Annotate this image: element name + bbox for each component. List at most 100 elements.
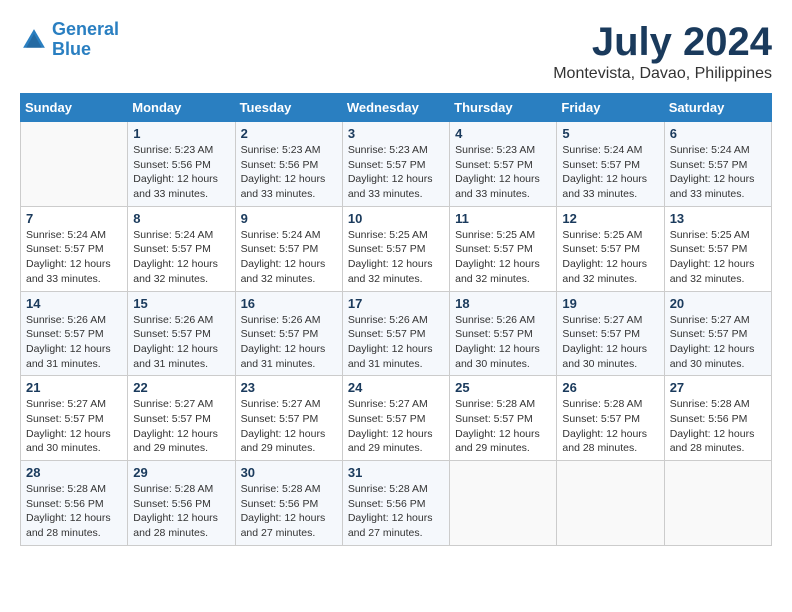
day-number: 15	[133, 296, 229, 311]
day-info: Sunrise: 5:28 AM Sunset: 5:56 PM Dayligh…	[670, 397, 766, 456]
day-info: Sunrise: 5:28 AM Sunset: 5:57 PM Dayligh…	[562, 397, 658, 456]
subtitle: Montevista, Davao, Philippines	[553, 65, 772, 83]
day-info: Sunrise: 5:27 AM Sunset: 5:57 PM Dayligh…	[241, 397, 337, 456]
day-number: 27	[670, 380, 766, 395]
day-cell: 16Sunrise: 5:26 AM Sunset: 5:57 PM Dayli…	[235, 291, 342, 376]
day-cell: 14Sunrise: 5:26 AM Sunset: 5:57 PM Dayli…	[21, 291, 128, 376]
day-number: 9	[241, 211, 337, 226]
day-cell: 11 Sunrise: 5:25 AM Sunset: 5:57 PM Dayli…	[450, 206, 557, 291]
day-number: 8	[133, 211, 229, 226]
header-cell-sunday: Sunday	[21, 94, 128, 122]
header-cell-friday: Friday	[557, 94, 664, 122]
day-info: Sunrise: 5:24 AM Sunset: 5:57 PM Dayligh…	[562, 143, 658, 202]
day-cell: 5 Sunrise: 5:24 AM Sunset: 5:57 PM Daylig…	[557, 122, 664, 207]
day-number: 13	[670, 211, 766, 226]
day-cell: 6 Sunrise: 5:24 AM Sunset: 5:57 PM Daylig…	[664, 122, 771, 207]
day-cell: 24 Sunrise: 5:27 AM Sunset: 5:57 PM Dayli…	[342, 376, 449, 461]
day-cell: 31 Sunrise: 5:28 AM Sunset: 5:56 PM Dayli…	[342, 461, 449, 546]
day-info: Sunrise: 5:23 AM Sunset: 5:57 PM Dayligh…	[455, 143, 551, 202]
day-info: Sunrise: 5:26 AM Sunset: 5:57 PM Dayligh…	[133, 313, 229, 372]
day-info: Sunrise: 5:27 AM Sunset: 5:57 PM Dayligh…	[562, 313, 658, 372]
day-number: 4	[455, 126, 551, 141]
header-cell-monday: Monday	[128, 94, 235, 122]
day-number: 10	[348, 211, 444, 226]
day-info: Sunrise: 5:26 AM Sunset: 5:57 PM Dayligh…	[26, 313, 122, 372]
week-row-1: 1 Sunrise: 5:23 AM Sunset: 5:56 PM Daylig…	[21, 122, 772, 207]
day-number: 21	[26, 380, 122, 395]
day-info: Sunrise: 5:28 AM Sunset: 5:57 PM Dayligh…	[455, 397, 551, 456]
day-number: 28	[26, 465, 122, 480]
day-cell	[450, 461, 557, 546]
day-cell: 21 Sunrise: 5:27 AM Sunset: 5:57 PM Dayli…	[21, 376, 128, 461]
day-cell: 28 Sunrise: 5:28 AM Sunset: 5:56 PM Dayli…	[21, 461, 128, 546]
day-number: 11	[455, 211, 551, 226]
day-info: Sunrise: 5:25 AM Sunset: 5:57 PM Dayligh…	[562, 228, 658, 287]
day-number: 20	[670, 296, 766, 311]
week-row-3: 14Sunrise: 5:26 AM Sunset: 5:57 PM Dayli…	[21, 291, 772, 376]
day-info: Sunrise: 5:27 AM Sunset: 5:57 PM Dayligh…	[670, 313, 766, 372]
day-number: 12	[562, 211, 658, 226]
day-info: Sunrise: 5:24 AM Sunset: 5:57 PM Dayligh…	[133, 228, 229, 287]
day-cell: 26 Sunrise: 5:28 AM Sunset: 5:57 PM Dayli…	[557, 376, 664, 461]
day-cell: 17Sunrise: 5:26 AM Sunset: 5:57 PM Dayli…	[342, 291, 449, 376]
day-cell: 27 Sunrise: 5:28 AM Sunset: 5:56 PM Dayli…	[664, 376, 771, 461]
day-number: 3	[348, 126, 444, 141]
day-info: Sunrise: 5:23 AM Sunset: 5:57 PM Dayligh…	[348, 143, 444, 202]
day-cell: 9Sunrise: 5:24 AM Sunset: 5:57 PM Daylig…	[235, 206, 342, 291]
day-info: Sunrise: 5:23 AM Sunset: 5:56 PM Dayligh…	[241, 143, 337, 202]
day-cell: 1 Sunrise: 5:23 AM Sunset: 5:56 PM Daylig…	[128, 122, 235, 207]
day-number: 26	[562, 380, 658, 395]
header-cell-saturday: Saturday	[664, 94, 771, 122]
day-number: 18	[455, 296, 551, 311]
day-info: Sunrise: 5:28 AM Sunset: 5:56 PM Dayligh…	[133, 482, 229, 541]
day-number: 24	[348, 380, 444, 395]
week-row-4: 21 Sunrise: 5:27 AM Sunset: 5:57 PM Dayli…	[21, 376, 772, 461]
logo-text: General Blue	[52, 20, 119, 60]
day-cell: 7Sunrise: 5:24 AM Sunset: 5:57 PM Daylig…	[21, 206, 128, 291]
day-cell: 29 Sunrise: 5:28 AM Sunset: 5:56 PM Dayli…	[128, 461, 235, 546]
day-info: Sunrise: 5:26 AM Sunset: 5:57 PM Dayligh…	[455, 313, 551, 372]
day-number: 7	[26, 211, 122, 226]
day-info: Sunrise: 5:23 AM Sunset: 5:56 PM Dayligh…	[133, 143, 229, 202]
day-number: 6	[670, 126, 766, 141]
logo: General Blue	[20, 20, 119, 60]
day-cell: 15 Sunrise: 5:26 AM Sunset: 5:57 PM Dayli…	[128, 291, 235, 376]
day-cell: 20 Sunrise: 5:27 AM Sunset: 5:57 PM Dayli…	[664, 291, 771, 376]
day-info: Sunrise: 5:28 AM Sunset: 5:56 PM Dayligh…	[26, 482, 122, 541]
day-cell: 23Sunrise: 5:27 AM Sunset: 5:57 PM Dayli…	[235, 376, 342, 461]
header-cell-wednesday: Wednesday	[342, 94, 449, 122]
day-info: Sunrise: 5:28 AM Sunset: 5:56 PM Dayligh…	[241, 482, 337, 541]
day-number: 1	[133, 126, 229, 141]
day-info: Sunrise: 5:25 AM Sunset: 5:57 PM Dayligh…	[670, 228, 766, 287]
day-info: Sunrise: 5:27 AM Sunset: 5:57 PM Dayligh…	[348, 397, 444, 456]
day-number: 2	[241, 126, 337, 141]
day-number: 25	[455, 380, 551, 395]
day-number: 29	[133, 465, 229, 480]
day-number: 17	[348, 296, 444, 311]
day-info: Sunrise: 5:24 AM Sunset: 5:57 PM Dayligh…	[670, 143, 766, 202]
day-cell: 13 Sunrise: 5:25 AM Sunset: 5:57 PM Dayli…	[664, 206, 771, 291]
header-cell-thursday: Thursday	[450, 94, 557, 122]
day-number: 22	[133, 380, 229, 395]
page-header: General Blue July 2024 Montevista, Davao…	[20, 20, 772, 83]
day-number: 5	[562, 126, 658, 141]
day-info: Sunrise: 5:27 AM Sunset: 5:57 PM Dayligh…	[133, 397, 229, 456]
day-info: Sunrise: 5:25 AM Sunset: 5:57 PM Dayligh…	[455, 228, 551, 287]
day-info: Sunrise: 5:28 AM Sunset: 5:56 PM Dayligh…	[348, 482, 444, 541]
day-info: Sunrise: 5:27 AM Sunset: 5:57 PM Dayligh…	[26, 397, 122, 456]
day-number: 16	[241, 296, 337, 311]
day-number: 30	[241, 465, 337, 480]
day-cell: 2 Sunrise: 5:23 AM Sunset: 5:56 PM Daylig…	[235, 122, 342, 207]
day-cell: 30 Sunrise: 5:28 AM Sunset: 5:56 PM Dayli…	[235, 461, 342, 546]
day-cell	[664, 461, 771, 546]
day-cell: 22 Sunrise: 5:27 AM Sunset: 5:57 PM Dayli…	[128, 376, 235, 461]
logo-icon	[20, 26, 48, 54]
main-title: July 2024	[553, 20, 772, 65]
calendar-header: SundayMondayTuesdayWednesdayThursdayFrid…	[21, 94, 772, 122]
week-row-2: 7 Sunrise: 5:24 AM Sunset: 5:57 PM Daylig…	[21, 206, 772, 291]
day-cell: 4 Sunrise: 5:23 AM Sunset: 5:57 PM Daylig…	[450, 122, 557, 207]
day-cell: 12 Sunrise: 5:25 AM Sunset: 5:57 PM Dayli…	[557, 206, 664, 291]
day-number: 31	[348, 465, 444, 480]
header-cell-tuesday: Tuesday	[235, 94, 342, 122]
day-info: Sunrise: 5:25 AM Sunset: 5:57 PM Dayligh…	[348, 228, 444, 287]
